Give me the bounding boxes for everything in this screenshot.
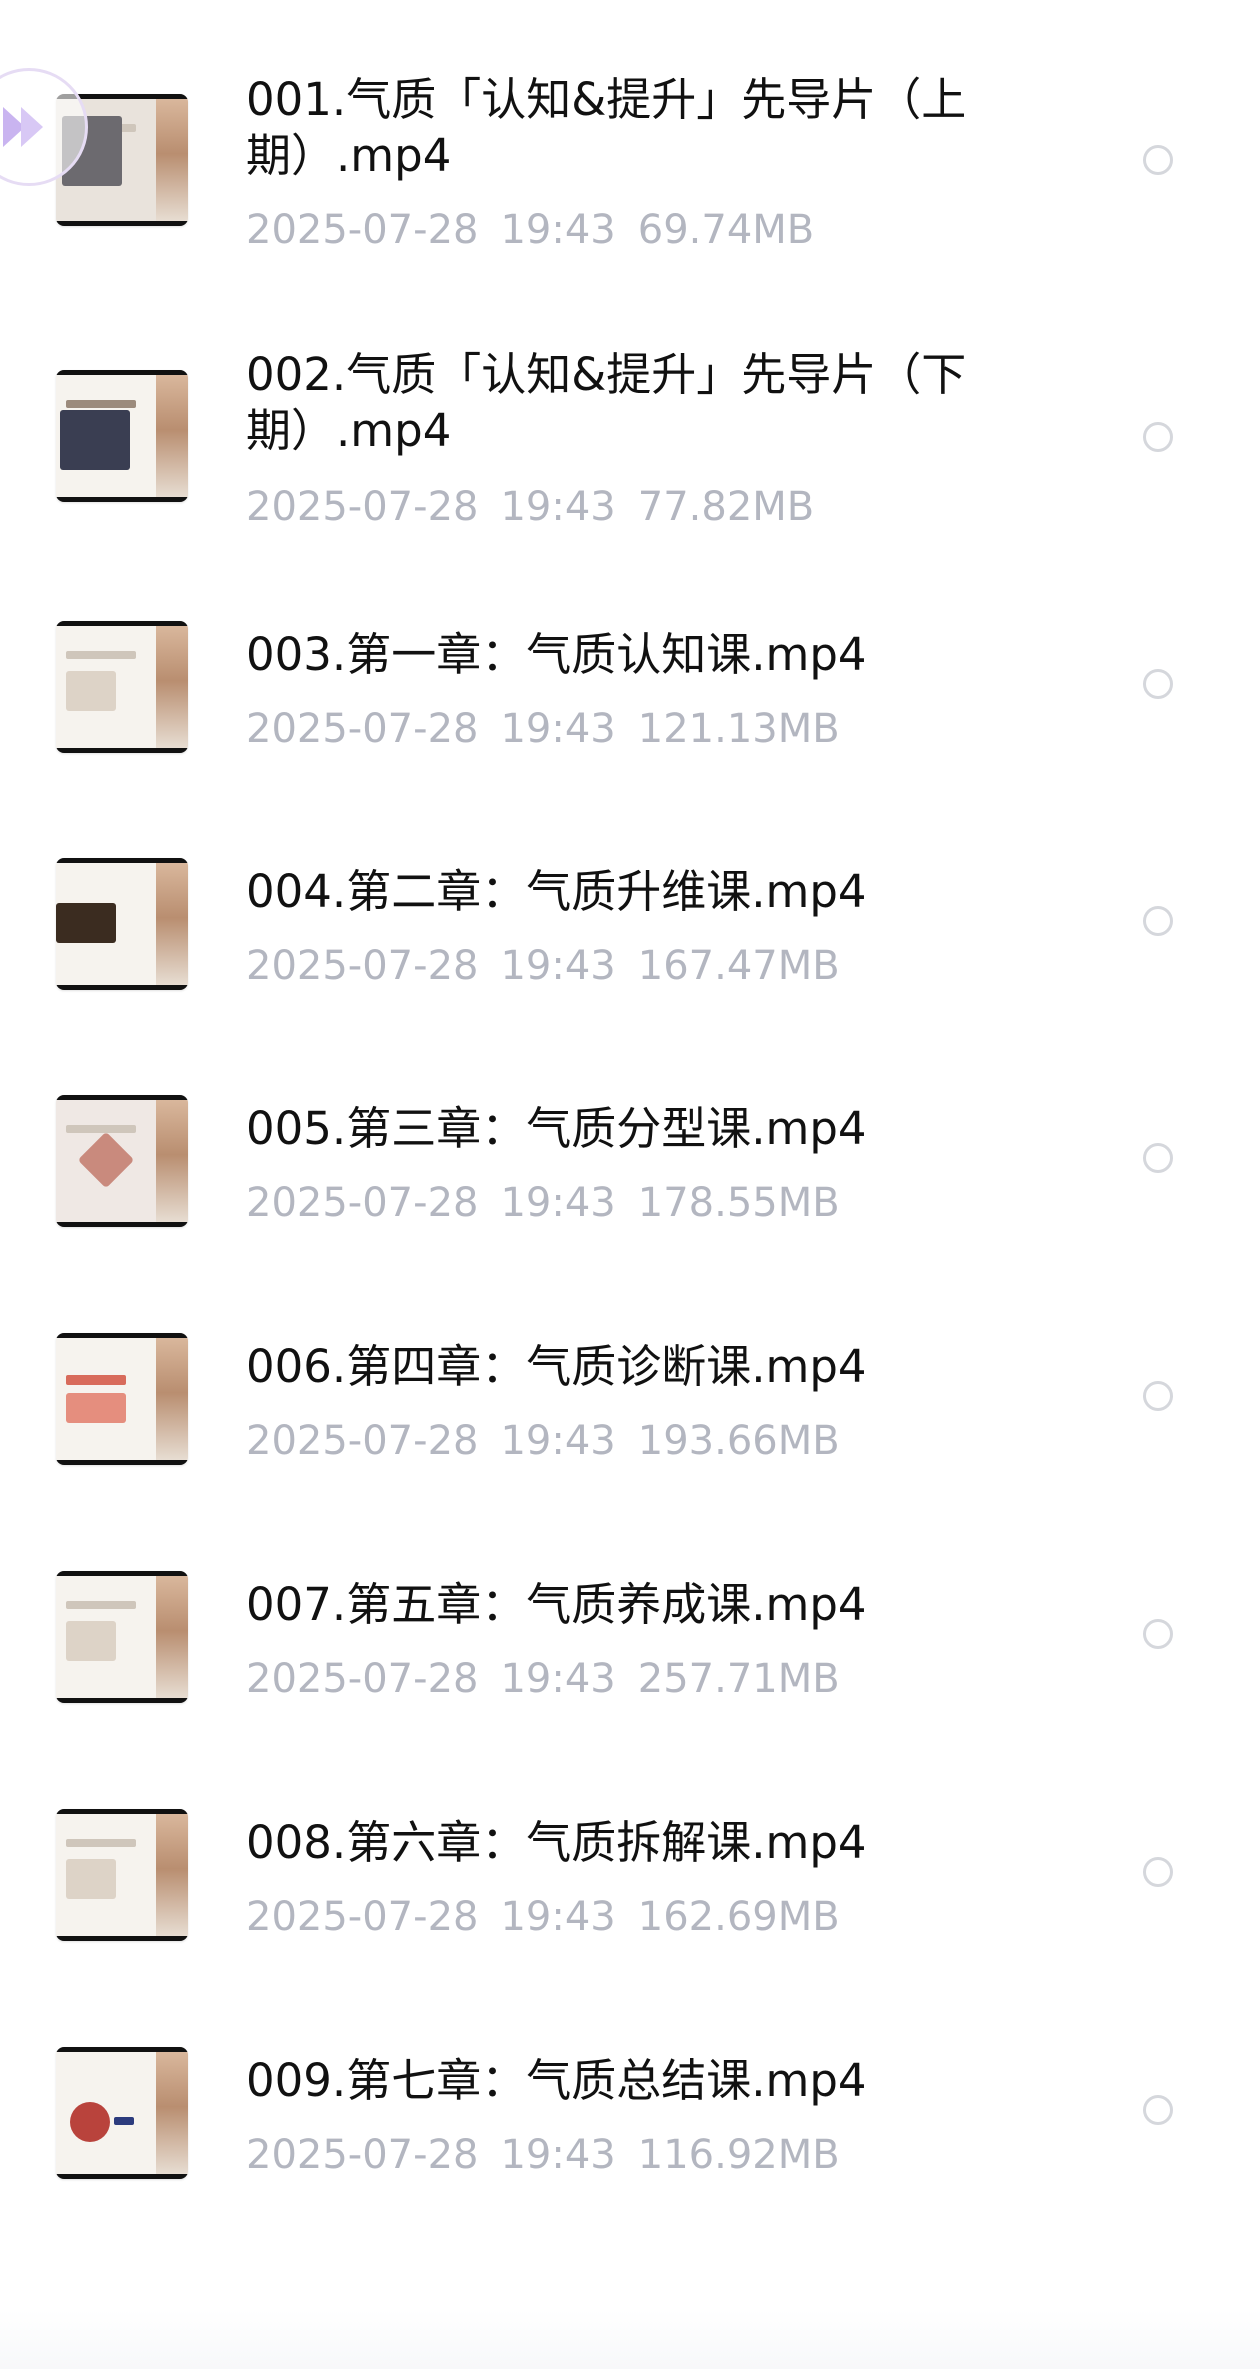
file-name: 007.第五章：气质养成课.mp4 [246, 1578, 867, 1631]
file-meta: 2025-07-28 19:43 167.47MB [246, 942, 862, 990]
file-meta: 2025-07-28 19:43 69.74MB [246, 206, 836, 254]
file-size: 121.13MB [637, 706, 840, 752]
file-size: 178.55MB [637, 1180, 840, 1226]
file-time: 19:43 [500, 1180, 616, 1226]
radio-circle-icon[interactable] [1143, 2095, 1173, 2125]
list-item[interactable]: 008.第六章：气质拆解课.mp4 2025-07-28 19:43 162.69M… [0, 1753, 1260, 1991]
file-meta: 2025-07-28 19:43 193.66MB [246, 1417, 862, 1465]
file-size: 77.82MB [637, 484, 815, 530]
file-name: 008.第六章：气质拆解课.mp4 [246, 1816, 867, 1869]
file-time: 19:43 [500, 1656, 616, 1702]
video-thumbnail [56, 370, 188, 502]
file-name: 004.第二章：气质升维课.mp4 [246, 865, 867, 918]
radio-circle-icon[interactable] [1143, 906, 1173, 936]
file-time: 19:43 [500, 943, 616, 989]
video-thumbnail [56, 2047, 188, 2179]
video-thumbnail [56, 858, 188, 990]
radio-circle-icon[interactable] [1143, 422, 1173, 452]
radio-circle-icon[interactable] [1143, 1619, 1173, 1649]
file-time: 19:43 [500, 207, 616, 253]
radio-circle-icon[interactable] [1143, 145, 1173, 175]
file-time: 19:43 [500, 706, 616, 752]
file-size: 69.74MB [637, 207, 815, 253]
file-date: 2025-07-28 [246, 2132, 479, 2178]
file-time: 19:43 [500, 1894, 616, 1940]
file-date: 2025-07-28 [246, 1180, 479, 1226]
video-thumbnail [56, 1095, 188, 1227]
file-time: 19:43 [500, 484, 616, 530]
list-item[interactable]: 002.气质「认知&提升」先导片（下期）.mp4 2025-07-28 19:43… [0, 285, 1260, 565]
list-item[interactable]: 001.气质「认知&提升」先导片（上期）.mp4 2025-07-28 19:43… [0, 0, 1260, 285]
file-size: 116.92MB [637, 2132, 840, 2178]
file-name: 003.第一章：气质认知课.mp4 [246, 628, 867, 681]
list-item[interactable]: 004.第二章：气质升维课.mp4 2025-07-28 19:43 167.47M… [0, 802, 1260, 1039]
file-date: 2025-07-28 [246, 484, 479, 530]
list-item[interactable]: 007.第五章：气质养成课.mp4 2025-07-28 19:43 257.71M… [0, 1515, 1260, 1753]
list-item[interactable]: 006.第四章：气质诊断课.mp4 2025-07-28 19:43 193.66M… [0, 1277, 1260, 1515]
file-name: 009.第七章：气质总结课.mp4 [246, 2054, 867, 2107]
file-date: 2025-07-28 [246, 1894, 479, 1940]
list-item[interactable]: 005.第三章：气质分型课.mp4 2025-07-28 19:43 178.55M… [0, 1039, 1260, 1277]
video-thumbnail [56, 621, 188, 753]
file-size: 162.69MB [637, 1894, 840, 1940]
file-date: 2025-07-28 [246, 706, 479, 752]
file-date: 2025-07-28 [246, 1656, 479, 1702]
file-date: 2025-07-28 [246, 943, 479, 989]
file-meta: 2025-07-28 19:43 162.69MB [246, 1893, 862, 1941]
file-meta: 2025-07-28 19:43 178.55MB [246, 1179, 862, 1227]
file-time: 19:43 [500, 1418, 616, 1464]
radio-circle-icon[interactable] [1143, 1381, 1173, 1411]
radio-circle-icon[interactable] [1143, 1857, 1173, 1887]
bottom-bar-edge [0, 2310, 1260, 2369]
file-meta: 2025-07-28 19:43 121.13MB [246, 705, 862, 753]
file-meta: 2025-07-28 19:43 77.82MB [246, 483, 836, 531]
file-meta: 2025-07-28 19:43 257.71MB [246, 1655, 862, 1703]
video-thumbnail [56, 1571, 188, 1703]
file-name: 001.气质「认知&提升」先导片（上期）.mp4 [246, 73, 967, 182]
file-date: 2025-07-28 [246, 1418, 479, 1464]
radio-circle-icon[interactable] [1143, 669, 1173, 699]
file-meta: 2025-07-28 19:43 116.92MB [246, 2131, 862, 2179]
list-item[interactable]: 003.第一章：气质认知课.mp4 2025-07-28 19:43 121.13M… [0, 565, 1260, 802]
file-size: 167.47MB [637, 943, 840, 989]
list-item[interactable]: 009.第七章：气质总结课.mp4 2025-07-28 19:43 116.92M… [0, 1991, 1260, 2229]
video-thumbnail [56, 1333, 188, 1465]
file-time: 19:43 [500, 2132, 616, 2178]
file-size: 257.71MB [637, 1656, 840, 1702]
file-name: 002.气质「认知&提升」先导片（下期）.mp4 [246, 348, 967, 457]
file-date: 2025-07-28 [246, 207, 479, 253]
floating-assistant-icon [3, 107, 43, 147]
file-name: 006.第四章：气质诊断课.mp4 [246, 1340, 867, 1393]
video-thumbnail [56, 1809, 188, 1941]
file-name: 005.第三章：气质分型课.mp4 [246, 1102, 867, 1155]
file-size: 193.66MB [637, 1418, 840, 1464]
radio-circle-icon[interactable] [1143, 1143, 1173, 1173]
